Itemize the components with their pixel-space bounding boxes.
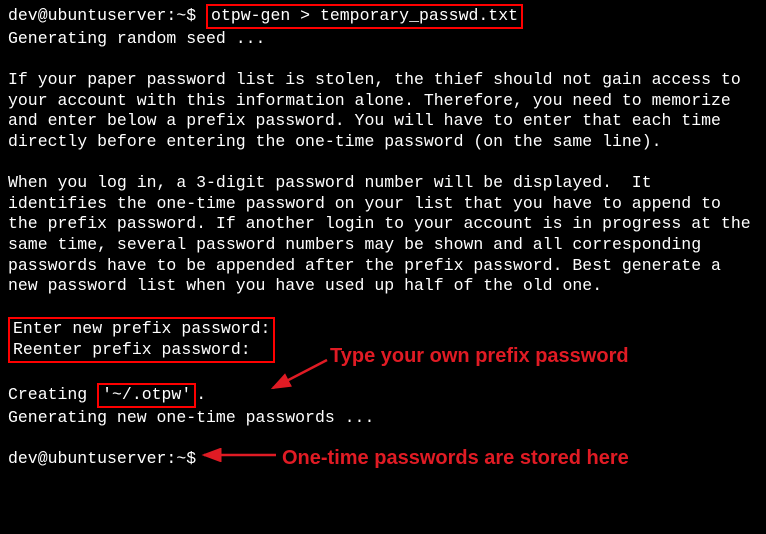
annotation-prefix-password: Type your own prefix password bbox=[330, 344, 629, 369]
terminal-line-blank bbox=[8, 297, 758, 318]
creating-suffix-text: . bbox=[196, 385, 206, 404]
highlighted-prefix-prompts: Enter new prefix password: Reenter prefi… bbox=[8, 317, 275, 362]
reenter-prefix-line: Reenter prefix password: bbox=[13, 340, 270, 361]
highlighted-command: otpw-gen > temporary_passwd.txt bbox=[206, 4, 523, 29]
terminal-paragraph-2: When you log in, a 3-digit password numb… bbox=[8, 173, 758, 297]
enter-new-prefix-line: Enter new prefix password: bbox=[13, 319, 270, 340]
terminal-line-blank bbox=[8, 49, 758, 70]
terminal-line-generating-seed: Generating random seed ... bbox=[8, 29, 758, 50]
terminal-line-generating-new: Generating new one-time passwords ... bbox=[8, 408, 758, 429]
annotation-storage-location: One-time passwords are stored here bbox=[282, 446, 629, 471]
arrow-icon bbox=[198, 448, 280, 462]
terminal-line-blank bbox=[8, 152, 758, 173]
creating-prefix-text: Creating bbox=[8, 385, 97, 404]
highlighted-otpw-path: '~/.otpw' bbox=[97, 383, 196, 408]
shell-prompt: dev@ubuntuserver:~$ bbox=[8, 6, 206, 25]
terminal-line-creating: Creating '~/.otpw'. bbox=[8, 383, 758, 408]
terminal-line-prompt1: dev@ubuntuserver:~$ otpw-gen > temporary… bbox=[8, 4, 758, 29]
arrow-icon bbox=[265, 358, 335, 398]
terminal-paragraph-1: If your paper password list is stolen, t… bbox=[8, 70, 758, 153]
